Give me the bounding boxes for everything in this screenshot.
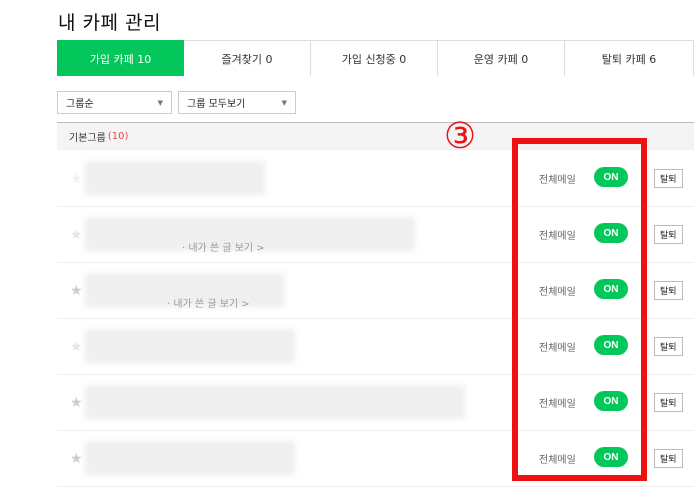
star-icon[interactable]: ★	[70, 395, 83, 411]
my-posts-link[interactable]: · 내가 쓴 글 보기 >	[182, 239, 265, 254]
page-title: 내 카페 관리	[58, 12, 161, 34]
sort-select-value: 그룹순	[66, 99, 94, 110]
star-icon[interactable]: ★	[70, 283, 83, 299]
blurred-cafe-info	[85, 329, 295, 363]
group-select[interactable]: 그룹 모두보기 ▼	[178, 91, 296, 114]
tab-joined-cafes[interactable]: 가입 카페 10	[57, 40, 184, 76]
star-icon[interactable]: ★	[70, 227, 83, 243]
tab-pending-join[interactable]: 가입 신청중 0	[311, 40, 438, 76]
group-count: (10)	[107, 131, 129, 142]
star-icon[interactable]: ★	[70, 171, 83, 187]
star-icon[interactable]: ★	[70, 339, 83, 355]
sort-select[interactable]: 그룹순 ▼	[57, 91, 172, 114]
my-posts-link[interactable]: · 내가 쓴 글 보기 >	[167, 295, 250, 310]
tab-left-cafes[interactable]: 탈퇴 카페 6	[565, 40, 694, 76]
leave-button[interactable]: 탈퇴	[654, 225, 683, 244]
blurred-cafe-info	[85, 441, 295, 475]
leave-button[interactable]: 탈퇴	[654, 169, 683, 188]
annotation-number: ③	[443, 116, 477, 157]
leave-button[interactable]: 탈퇴	[654, 281, 683, 300]
leave-button[interactable]: 탈퇴	[654, 393, 683, 412]
filter-bar: 그룹순 ▼ 그룹 모두보기 ▼	[57, 91, 296, 114]
tab-favorites[interactable]: 즐겨찾기 0	[184, 40, 311, 76]
chevron-down-icon: ▼	[157, 98, 163, 107]
leave-button[interactable]: 탈퇴	[654, 449, 683, 468]
chevron-down-icon: ▼	[281, 98, 287, 107]
blurred-cafe-info	[85, 161, 265, 195]
group-select-value: 그룹 모두보기	[187, 99, 246, 110]
star-icon[interactable]: ★	[70, 451, 83, 467]
annotation-highlight-box	[512, 138, 647, 481]
leave-button[interactable]: 탈퇴	[654, 337, 683, 356]
tab-managed-cafes[interactable]: 운영 카페 0	[438, 40, 565, 76]
cafe-tabs: 가입 카페 10 즐겨찾기 0 가입 신청중 0 운영 카페 0 탈퇴 카페 6	[57, 40, 694, 76]
blurred-cafe-info	[85, 385, 465, 419]
group-name: 기본그룹	[69, 133, 106, 144]
